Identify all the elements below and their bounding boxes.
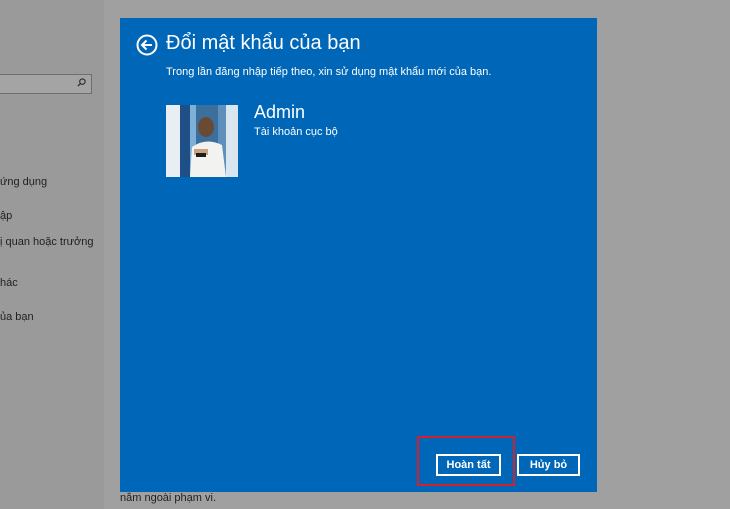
back-arrow-icon[interactable] — [136, 34, 158, 56]
cancel-button[interactable]: Hủy bỏ — [517, 454, 580, 476]
sidebar-item[interactable]: ị quan hoặc trưởng — [0, 236, 93, 248]
account-type: Tài khoản cục bộ — [254, 126, 338, 138]
change-password-dialog: Đổi mật khẩu của bạn Trong lần đăng nhập… — [120, 18, 597, 492]
user-avatar — [166, 105, 238, 177]
sidebar-item[interactable]: ập — [0, 210, 12, 222]
avatar-photo-icon — [166, 105, 238, 177]
background-text: nằm ngoài phạm vi. — [120, 492, 216, 504]
finish-button[interactable]: Hoàn tất — [436, 454, 501, 476]
dialog-subtitle: Trong lần đăng nhập tiếp theo, xin sử dụ… — [166, 66, 492, 78]
sidebar-item[interactable]: hác — [0, 277, 18, 289]
settings-sidebar: ứng dụng ập ị quan hoặc trưởng hác ủa bạ… — [0, 0, 104, 509]
sidebar-item[interactable]: ủa bạn — [0, 311, 34, 323]
dialog-title: Đổi mật khẩu của bạn — [166, 32, 361, 54]
user-name: Admin — [254, 102, 306, 122]
sidebar-item[interactable]: ứng dụng — [0, 176, 47, 188]
search-icon — [77, 78, 86, 87]
settings-search-box[interactable] — [0, 74, 92, 94]
